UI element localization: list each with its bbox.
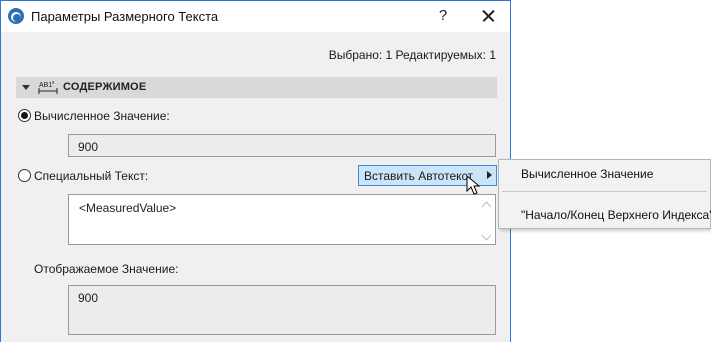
- archicad-app-icon: [8, 8, 24, 24]
- display-value-label: Отображаемое Значение:: [34, 262, 179, 276]
- title-bar: Параметры Размерного Текста ?: [1, 1, 510, 32]
- submenu-arrow-icon: [487, 171, 492, 179]
- scroll-down-icon[interactable]: [482, 232, 491, 241]
- scroll-up-icon[interactable]: [482, 200, 491, 209]
- custom-text-input[interactable]: <MeasuredValue>: [68, 194, 496, 245]
- menu-item-superscript[interactable]: "Начало/Конец Верхнего Индекса": [521, 208, 711, 222]
- computed-value-label: Вычисленное Значение:: [34, 109, 170, 123]
- dimension-text-icon: AB1 x: [38, 80, 58, 94]
- computed-value-radio[interactable]: [18, 109, 31, 122]
- custom-text-radio[interactable]: [18, 169, 31, 182]
- menu-item-computed-value[interactable]: Вычисленное Значение: [521, 167, 653, 181]
- svg-text:x: x: [52, 80, 55, 86]
- section-icon-text: AB1: [39, 82, 52, 89]
- computed-value-field: 900: [68, 134, 496, 157]
- display-value-field: 900: [68, 285, 496, 335]
- menu-separator: [502, 191, 707, 192]
- content-section-header[interactable]: AB1 x СОДЕРЖИМОЕ: [16, 77, 497, 98]
- section-title: СОДЕРЖИМОЕ: [63, 81, 147, 93]
- autotext-menu: Вычисленное Значение "Начало/Конец Верхн…: [498, 159, 711, 229]
- window-title: Параметры Размерного Текста: [31, 9, 219, 24]
- dimension-text-settings-dialog: Параметры Размерного Текста ? Выбрано: 1…: [0, 0, 511, 342]
- selection-info: Выбрано: 1 Редактируемых: 1: [328, 48, 496, 62]
- close-icon[interactable]: [475, 5, 501, 27]
- custom-text-value: <MeasuredValue>: [79, 201, 177, 215]
- custom-text-label: Специальный Текст:: [34, 169, 149, 183]
- insert-autotext-label: Вставить Автотекст: [364, 169, 474, 183]
- help-button[interactable]: ?: [431, 5, 455, 27]
- mouse-cursor-icon: [466, 175, 481, 195]
- collapse-arrow-icon[interactable]: [22, 85, 30, 90]
